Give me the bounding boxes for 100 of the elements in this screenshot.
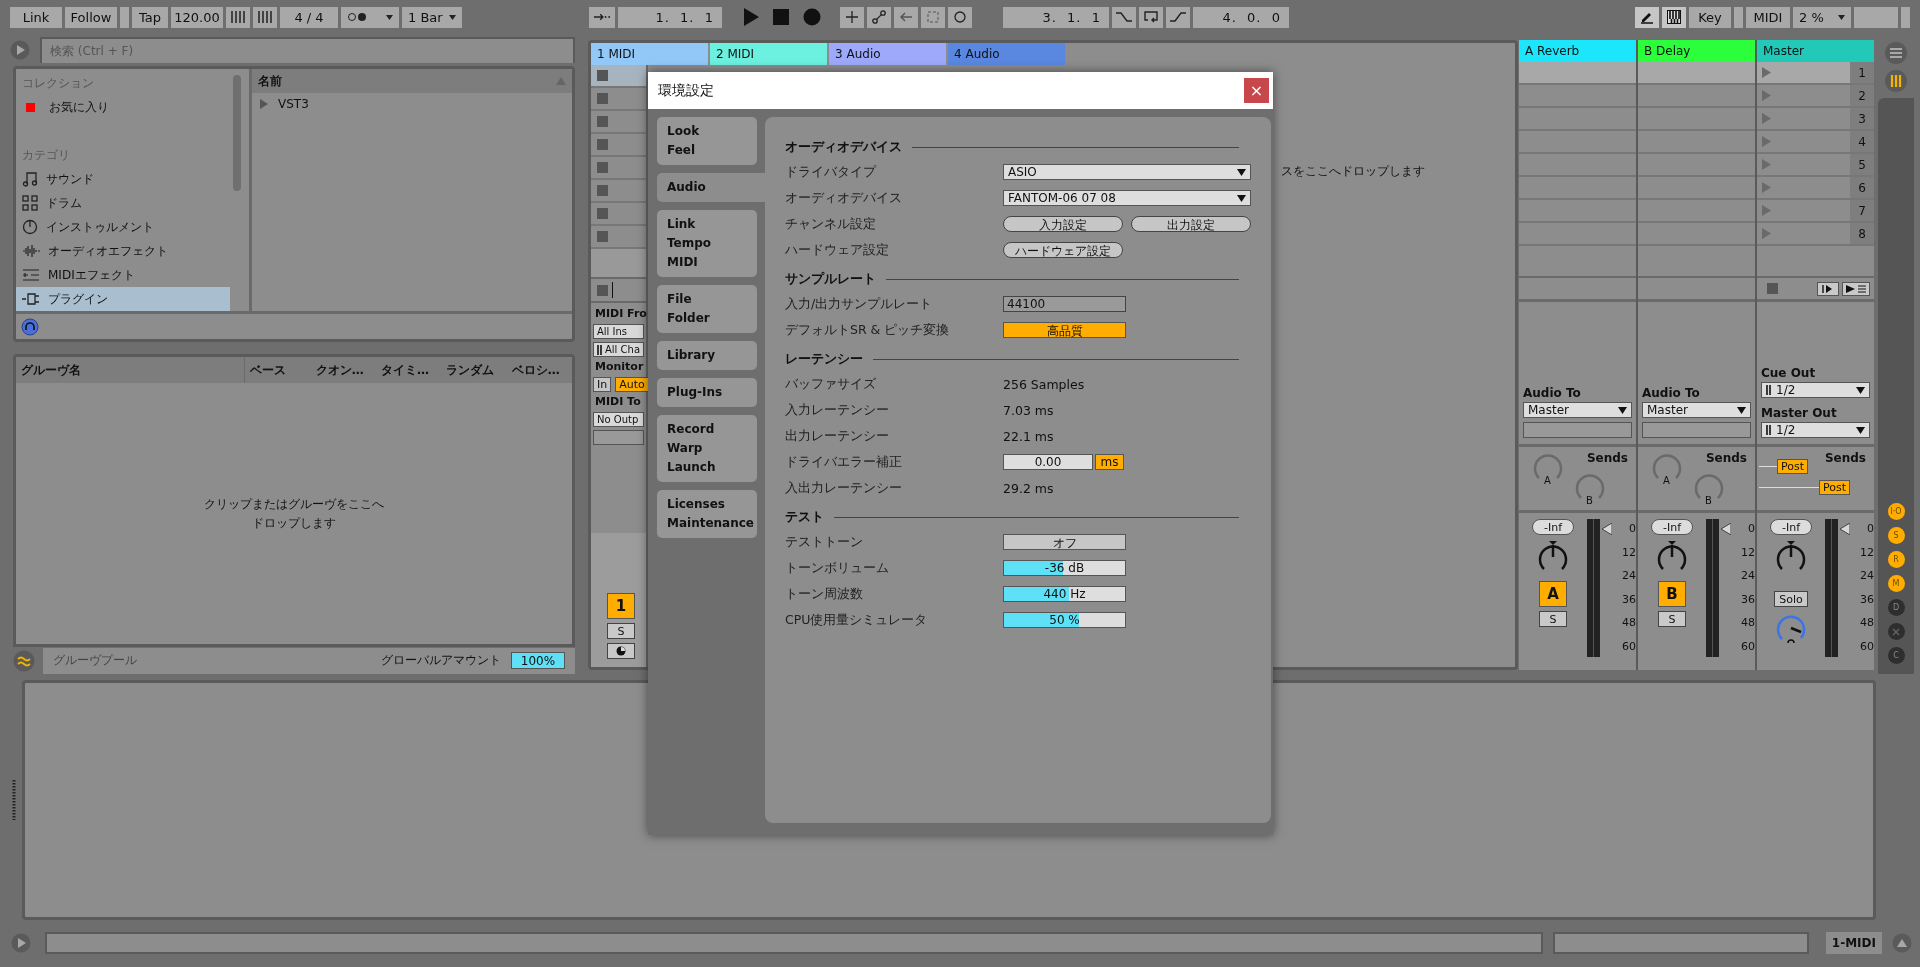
view-toggle[interactable]: I·O: [1887, 503, 1905, 520]
settings-button[interactable]: 入力設定: [1003, 216, 1123, 232]
scene-launch[interactable]: 1: [1757, 62, 1874, 85]
tap-button[interactable]: Tap: [132, 6, 168, 28]
scene-launch[interactable]: 7: [1757, 200, 1874, 223]
number-field[interactable]: 0.00: [1003, 454, 1093, 470]
track-title[interactable]: 4 Audio: [948, 43, 1065, 65]
sidebar-item[interactable]: MIDIエフェクト: [16, 263, 230, 287]
output-dropdown[interactable]: Master: [1642, 402, 1751, 418]
section-heading: レーテンシー: [785, 350, 863, 368]
monitor-button[interactable]: Auto: [615, 377, 649, 392]
track-title[interactable]: 3 Audio: [829, 43, 946, 65]
number-field[interactable]: 44100: [1003, 296, 1126, 312]
dropdown[interactable]: FANTOM-06 07 08: [1003, 190, 1251, 206]
unit-button[interactable]: ms: [1095, 454, 1124, 470]
send-knob[interactable]: B: [1573, 471, 1607, 511]
monitor-button[interactable]: In: [593, 377, 612, 392]
track-activator-button[interactable]: 1: [607, 593, 635, 619]
tab[interactable]: Library: [657, 341, 757, 370]
output-dropdown[interactable]: No Outp: [593, 412, 644, 427]
post-button[interactable]: Post: [1777, 459, 1808, 474]
key-map-button[interactable]: Key: [1689, 6, 1731, 28]
list-item[interactable]: VST3: [252, 93, 572, 115]
tab[interactable]: Record Warp Launch: [657, 415, 757, 482]
master-out-dropdown[interactable]: 1/2: [1761, 422, 1870, 438]
sidebar-item[interactable]: オーディオエフェクト: [16, 239, 230, 263]
scene-number: 1: [1850, 62, 1874, 83]
solo-button[interactable]: Solo: [1774, 591, 1808, 607]
close-button[interactable]: ×: [1244, 78, 1269, 103]
settings-button[interactable]: 出力設定: [1131, 216, 1251, 232]
channel-dropdown[interactable]: All Cha: [593, 342, 644, 357]
scene-launch[interactable]: 5: [1757, 154, 1874, 177]
column-header[interactable]: タイミ…: [376, 357, 442, 383]
amount-slider[interactable]: 100%: [511, 652, 565, 669]
view-toggle[interactable]: R: [1887, 551, 1905, 568]
sidebar-item[interactable]: ドラム: [16, 191, 230, 215]
dropdown[interactable]: ASIO: [1003, 164, 1251, 180]
midi-map-button[interactable]: MIDI: [1746, 6, 1790, 28]
volume-field[interactable]: -Inf: [1651, 519, 1693, 535]
column-header[interactable]: グルーヴ名: [16, 357, 246, 383]
tab[interactable]: Audio: [657, 173, 765, 202]
sidebar-item[interactable]: インストゥルメント: [16, 215, 230, 239]
scene-launch[interactable]: 6: [1757, 177, 1874, 200]
track-title[interactable]: B Delay: [1638, 40, 1755, 62]
tab[interactable]: Link Tempo MIDI: [657, 210, 757, 277]
column-header[interactable]: ランダム: [441, 357, 507, 383]
post-button[interactable]: Post: [1819, 480, 1850, 495]
tempo-field[interactable]: 120.00: [171, 6, 223, 28]
settings-button[interactable]: ハードウェア設定: [1003, 242, 1123, 258]
cpu-load-dropdown[interactable]: 2 %: [1793, 6, 1851, 28]
output-dropdown[interactable]: Master: [1523, 402, 1632, 418]
view-toggle[interactable]: C: [1887, 647, 1905, 664]
view-toggle[interactable]: M: [1887, 575, 1905, 592]
scene-launch[interactable]: 4: [1757, 131, 1874, 154]
loop-length-field[interactable]: 4. 0. 0: [1193, 6, 1289, 28]
tab[interactable]: File Folder: [657, 285, 757, 333]
tab[interactable]: Plug-Ins: [657, 378, 757, 407]
slider-field[interactable]: 440 Hz: [1003, 586, 1126, 602]
send-knob[interactable]: B: [1692, 471, 1726, 511]
volume-field[interactable]: -Inf: [1532, 519, 1574, 535]
column-header[interactable]: 名前: [252, 69, 572, 93]
volume-field[interactable]: -Inf: [1770, 519, 1812, 535]
loop-start-field[interactable]: 3. 1. 1: [1003, 6, 1109, 28]
tab[interactable]: Look Feel: [657, 117, 757, 165]
solo-button[interactable]: S: [1539, 611, 1567, 627]
track-activator-button[interactable]: B: [1658, 581, 1686, 607]
send-knob[interactable]: A: [1650, 451, 1684, 491]
view-toggle[interactable]: D: [1887, 599, 1905, 616]
toggle-button[interactable]: オフ: [1003, 534, 1126, 550]
view-toggle[interactable]: S: [1887, 527, 1905, 544]
column-header[interactable]: ベース: [245, 357, 311, 383]
track-title[interactable]: 2 MIDI: [710, 43, 827, 65]
cue-out-dropdown[interactable]: 1/2: [1761, 382, 1870, 398]
scale-label: 24: [1859, 570, 1874, 583]
track-activator-button[interactable]: A: [1539, 581, 1567, 607]
track-title[interactable]: Master: [1757, 40, 1874, 62]
track-title[interactable]: 1 MIDI: [591, 43, 708, 65]
position-field[interactable]: 1. 1. 1: [618, 6, 722, 28]
quantization-dropdown[interactable]: 1 Bar: [402, 6, 462, 28]
toggle-button[interactable]: 高品質: [1003, 322, 1126, 338]
scale-label: 0: [1747, 523, 1755, 535]
sidebar-item[interactable]: プラグイン: [16, 287, 230, 311]
solo-button[interactable]: S: [1658, 611, 1686, 627]
input-dropdown[interactable]: All Ins: [593, 324, 644, 339]
column-header[interactable]: ベロシ…: [506, 357, 572, 383]
scene-launch[interactable]: 2: [1757, 85, 1874, 108]
track-title[interactable]: A Reverb: [1519, 40, 1636, 62]
slider-field[interactable]: 50 %: [1003, 612, 1126, 628]
scale-label: 60: [1740, 640, 1755, 653]
send-knob[interactable]: A: [1531, 451, 1565, 491]
sidebar-item[interactable]: お気に入り: [16, 95, 230, 119]
scene-launch[interactable]: 8: [1757, 223, 1874, 246]
solo-button[interactable]: S: [607, 623, 635, 639]
time-signature-field[interactable]: 4 / 4: [280, 6, 338, 28]
scene-launch[interactable]: 3: [1757, 108, 1874, 131]
link-button[interactable]: Link: [10, 6, 62, 28]
follow-button[interactable]: Follow: [65, 6, 117, 28]
sidebar-item[interactable]: サウンド: [16, 167, 230, 191]
tab[interactable]: Licenses Maintenance: [657, 490, 757, 538]
column-header[interactable]: クオン…: [310, 357, 376, 383]
